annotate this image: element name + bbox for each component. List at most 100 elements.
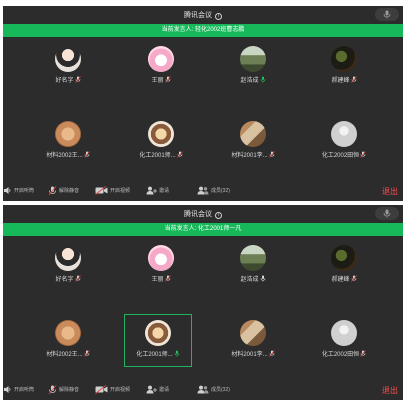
unmute-label: 解除静音 bbox=[59, 387, 80, 393]
participant-name: 赵浩成 bbox=[240, 277, 259, 283]
members-label: 成员(32) bbox=[211, 387, 230, 393]
active-mic-icon bbox=[260, 76, 265, 83]
title-bar: 腾讯会议 i bbox=[3, 6, 403, 23]
participant-name: 王丽 bbox=[151, 78, 164, 84]
invite-label: 邀请 bbox=[159, 387, 170, 393]
participant-tile[interactable]: 赵浩成 bbox=[220, 241, 286, 291]
avatar bbox=[148, 121, 174, 147]
invite-user-icon bbox=[146, 186, 157, 195]
meeting-screen-1: 腾讯会议 i 当前发言人: 轻化2002班曹志鹏 好名字 王丽 赵浩成 郝建峰 材… bbox=[3, 6, 403, 201]
avatar bbox=[240, 121, 266, 147]
participant-tile[interactable]: 材料2002王... bbox=[35, 117, 101, 167]
participant-tile[interactable]: 郝建峰 bbox=[311, 42, 377, 92]
muted-mic-icon bbox=[48, 384, 57, 394]
participant-name: 材料2002王... bbox=[46, 352, 83, 358]
participant-name: 化工2001师... bbox=[139, 153, 176, 159]
muted-mic-icon bbox=[74, 76, 81, 83]
invite-label: 邀请 bbox=[159, 188, 170, 194]
participant-tile[interactable]: 好名字 bbox=[35, 241, 101, 291]
avatar bbox=[55, 320, 81, 346]
participant-tile[interactable]: 材料2001李... bbox=[220, 316, 286, 366]
video-label: 开启视频 bbox=[110, 188, 131, 194]
participant-name: 好名字 bbox=[55, 78, 74, 84]
participant-name: 赵浩成 bbox=[240, 78, 259, 84]
video-toggle-button[interactable]: 开启视频 bbox=[95, 185, 130, 197]
info-icon[interactable]: i bbox=[215, 13, 222, 20]
muted-mic-icon bbox=[164, 76, 171, 83]
participant-tile[interactable]: 材料2001李... bbox=[220, 117, 286, 167]
participant-tile[interactable]: 赵浩成 bbox=[220, 42, 286, 92]
current-speaker-banner: 当前发言人: 化工2001师一凡 bbox=[3, 223, 403, 236]
avatar bbox=[148, 245, 174, 271]
mic-icon bbox=[260, 275, 265, 282]
participant-name: 材料2001李... bbox=[231, 352, 268, 358]
speaker-toggle-button[interactable]: 开启听筒 bbox=[3, 384, 34, 396]
muted-mic-icon bbox=[164, 275, 171, 282]
title-bar: 腾讯会议 i bbox=[3, 205, 403, 222]
participant-tile[interactable]: 化工2002田恒 bbox=[311, 316, 377, 366]
participant-name: 化工2002田恒 bbox=[321, 352, 360, 358]
microphone-icon bbox=[383, 209, 391, 218]
invite-button[interactable]: 邀请 bbox=[146, 185, 169, 197]
avatar bbox=[55, 46, 81, 72]
speaker-toggle-button[interactable]: 开启听筒 bbox=[3, 185, 34, 197]
video-toggle-button[interactable]: 开启视频 bbox=[95, 384, 130, 396]
participant-tile[interactable]: 王丽 bbox=[128, 241, 194, 291]
speaker-label: 开启听筒 bbox=[14, 387, 35, 393]
exit-button[interactable]: 退出 bbox=[382, 385, 398, 396]
muted-mic-icon bbox=[176, 151, 183, 158]
muted-mic-icon bbox=[360, 350, 366, 357]
members-button[interactable]: 成员(32) bbox=[197, 384, 230, 396]
participant-name: 材料2002王... bbox=[46, 153, 83, 159]
participant-tile[interactable]: 材料2002王... bbox=[35, 316, 101, 366]
speaker-icon bbox=[4, 386, 11, 394]
muted-mic-icon bbox=[83, 151, 90, 158]
exit-button[interactable]: 退出 bbox=[382, 186, 398, 197]
members-button[interactable]: 成员(32) bbox=[197, 185, 230, 197]
meeting-title-text: 腾讯会议 bbox=[184, 12, 212, 19]
mic-toggle-button[interactable] bbox=[375, 207, 399, 220]
avatar bbox=[55, 245, 81, 271]
default-user-avatar bbox=[331, 320, 357, 346]
bottom-toolbar: 开启听筒 解除静音 开启视频 邀请 成员(32) 退出 bbox=[3, 181, 403, 201]
video-off-icon bbox=[95, 385, 108, 395]
members-label: 成员(32) bbox=[211, 188, 230, 194]
participant-name: 化工2001师... bbox=[136, 352, 173, 358]
mic-toggle-button[interactable] bbox=[375, 8, 399, 21]
unmute-button[interactable]: 解除静音 bbox=[48, 384, 79, 396]
participant-name: 郝建峰 bbox=[331, 277, 350, 283]
muted-mic-icon bbox=[74, 275, 81, 282]
meeting-screen-2: 腾讯会议 i 当前发言人: 化工2001师一凡 好名字 王丽 赵浩成 郝建峰 材料… bbox=[3, 205, 403, 400]
meeting-title-text: 腾讯会议 bbox=[184, 211, 212, 218]
invite-button[interactable]: 邀请 bbox=[146, 384, 169, 396]
current-speaker-banner: 当前发言人: 轻化2002班曹志鹏 bbox=[3, 24, 403, 37]
muted-mic-icon bbox=[360, 151, 366, 158]
unmute-button[interactable]: 解除静音 bbox=[48, 185, 79, 197]
participant-name: 化工2002田恒 bbox=[321, 153, 360, 159]
meeting-title[interactable]: 腾讯会议 i bbox=[3, 209, 403, 219]
invite-user-icon bbox=[146, 385, 157, 394]
avatar bbox=[55, 121, 81, 147]
avatar bbox=[148, 46, 174, 72]
participant-name: 好名字 bbox=[55, 277, 74, 283]
participant-tile[interactable]: 郝建峰 bbox=[311, 241, 377, 291]
video-off-icon bbox=[95, 186, 108, 196]
unmute-label: 解除静音 bbox=[59, 188, 80, 194]
meeting-title[interactable]: 腾讯会议 i bbox=[3, 10, 403, 20]
muted-mic-icon bbox=[350, 275, 357, 282]
participant-tile[interactable]: 好名字 bbox=[35, 42, 101, 92]
active-speaker-tile[interactable]: 化工2001师... bbox=[124, 314, 192, 367]
participant-tile[interactable]: 化工2001师... bbox=[128, 117, 194, 167]
bottom-toolbar: 开启听筒 解除静音 开启视频 邀请 成员(32) 退出 bbox=[3, 380, 403, 400]
default-user-avatar bbox=[331, 121, 357, 147]
info-icon[interactable]: i bbox=[215, 212, 222, 219]
avatar bbox=[331, 46, 357, 72]
avatar bbox=[240, 320, 266, 346]
participant-tile[interactable]: 化工2002田恒 bbox=[311, 117, 377, 167]
avatar bbox=[145, 320, 171, 346]
avatar bbox=[240, 46, 266, 72]
microphone-icon bbox=[383, 10, 391, 19]
muted-mic-icon bbox=[350, 76, 357, 83]
participant-tile[interactable]: 王丽 bbox=[128, 42, 194, 92]
avatar bbox=[331, 245, 357, 271]
